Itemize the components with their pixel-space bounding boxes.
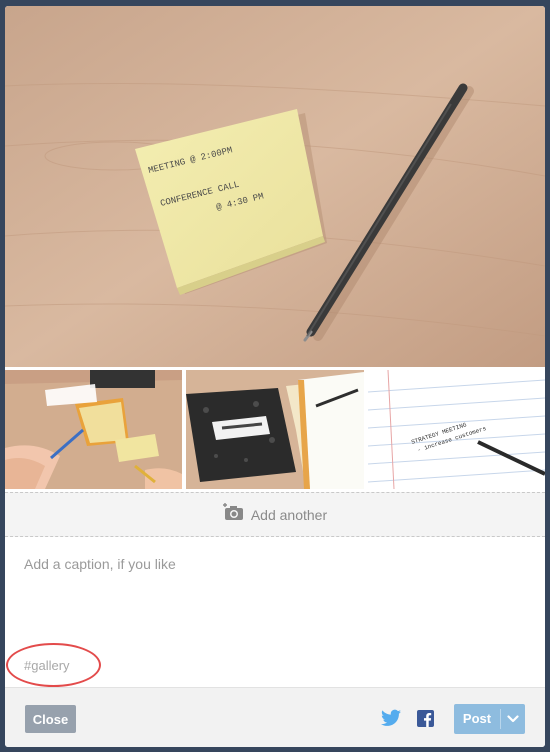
post-footer: Close Post [5,687,545,747]
post-editor-card: MEETING @ 2:00PM CONFERENCE CALL @ 4:30 … [5,6,545,747]
close-button[interactable]: Close [25,705,76,733]
thumbnail-3-image: STRATEGY MEETING - increase customers [368,370,545,489]
post-button-label: Post [462,711,492,726]
main-photo[interactable]: MEETING @ 2:00PM CONFERENCE CALL @ 4:30 … [5,6,545,367]
thumbnail-2-image [186,370,364,489]
main-photo-image: MEETING @ 2:00PM CONFERENCE CALL @ 4:30 … [5,6,545,367]
thumbnail-1-image [5,370,182,489]
add-another-label: Add another [250,506,328,523]
facebook-icon[interactable] [417,710,434,727]
twitter-icon[interactable] [381,709,401,727]
camera-plus-icon [222,503,245,526]
add-another-button[interactable]: Add another [5,492,545,537]
thumbnail-3[interactable]: STRATEGY MEETING - increase customers [368,370,545,489]
caption-input[interactable] [24,556,524,646]
tags-input[interactable] [24,656,224,674]
thumbnail-1[interactable] [5,370,182,489]
chevron-down-icon[interactable] [501,704,525,734]
post-button[interactable]: Post [454,704,525,734]
thumbnail-2[interactable] [186,370,364,489]
thumbnail-strip: STRATEGY MEETING - increase customers [5,370,545,489]
